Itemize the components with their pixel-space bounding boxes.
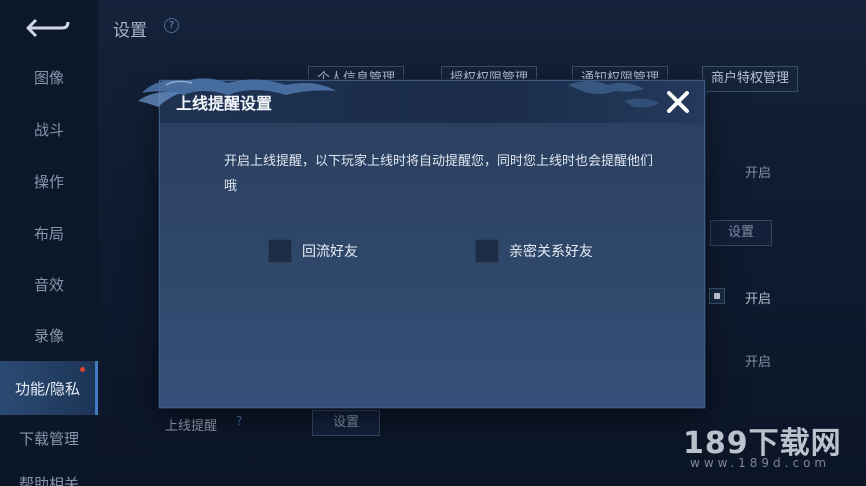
back-arrow-icon[interactable] (22, 14, 72, 42)
sidebar-item-label: 录像 (33, 326, 64, 345)
sidebar-item-controls[interactable]: 操作 (0, 156, 98, 206)
settings-button[interactable]: 设置 (710, 220, 772, 246)
sidebar-item-label: 音效 (33, 275, 64, 294)
toggle-label-open: 开启 (745, 355, 772, 370)
sidebar-item-recording[interactable]: 录像 (0, 310, 98, 360)
sidebar-item-battle[interactable]: 战斗 (0, 104, 98, 154)
sidebar-item-downloads[interactable]: 下载管理 (0, 413, 98, 463)
online-reminder-dialog: 上线提醒设置 开启上线提醒，以下玩家上线时将自动提醒您，同时您上线时也会提醒他们… (138, 78, 705, 408)
sidebar-item-sound[interactable]: 音效 (0, 259, 98, 309)
checkbox[interactable] (268, 239, 292, 263)
sidebar: 图像 战斗 操作 布局 音效 录像 功能/隐私 下载管理 帮助相关 (0, 0, 98, 486)
sidebar-item-label: 操作 (33, 172, 64, 191)
help-icon[interactable]: ? (236, 414, 242, 428)
dialog-description: 开启上线提醒，以下玩家上线时将自动提醒您，同时您上线时也会提醒他们哦 (224, 154, 654, 194)
sidebar-item-label: 功能/隐私 (14, 379, 81, 398)
online-reminder-label: 上线提醒 (165, 419, 218, 434)
sidebar-item-layout[interactable]: 布局 (0, 208, 98, 258)
option-intimate-friends[interactable]: 亲密关系好友 (475, 239, 593, 263)
checkbox-open[interactable] (709, 288, 725, 304)
tab-merchant[interactable]: 商户特权管理 (702, 66, 799, 92)
toggle-label-open: 开启 (745, 292, 772, 307)
sidebar-item-label: 战斗 (33, 120, 64, 139)
option-label: 亲密关系好友 (509, 244, 593, 260)
sidebar-item-label: 图像 (33, 68, 64, 87)
checkbox[interactable] (475, 239, 499, 263)
toggle-label-open: 开启 (745, 166, 772, 181)
close-icon[interactable] (664, 88, 692, 116)
watermark-url: www.189d.com (690, 456, 831, 470)
dialog-title: 上线提醒设置 (176, 94, 273, 113)
online-reminder-settings-button[interactable]: 设置 (312, 410, 380, 436)
sidebar-item-label: 布局 (33, 224, 64, 243)
sidebar-item-label: 帮助相关 (18, 474, 79, 486)
help-icon[interactable]: ? (164, 18, 179, 33)
page-title: 设置 (113, 21, 147, 41)
sidebar-item-function-privacy[interactable]: 功能/隐私 (0, 361, 98, 415)
option-returning-friends[interactable]: 回流好友 (268, 239, 358, 263)
option-label: 回流好友 (302, 244, 358, 260)
sidebar-item-graphics[interactable]: 图像 (0, 52, 98, 102)
cloud-decoration-icon (568, 81, 660, 108)
sidebar-item-help[interactable]: 帮助相关 (0, 463, 98, 486)
notification-dot (80, 367, 85, 372)
sidebar-item-label: 下载管理 (18, 429, 79, 448)
